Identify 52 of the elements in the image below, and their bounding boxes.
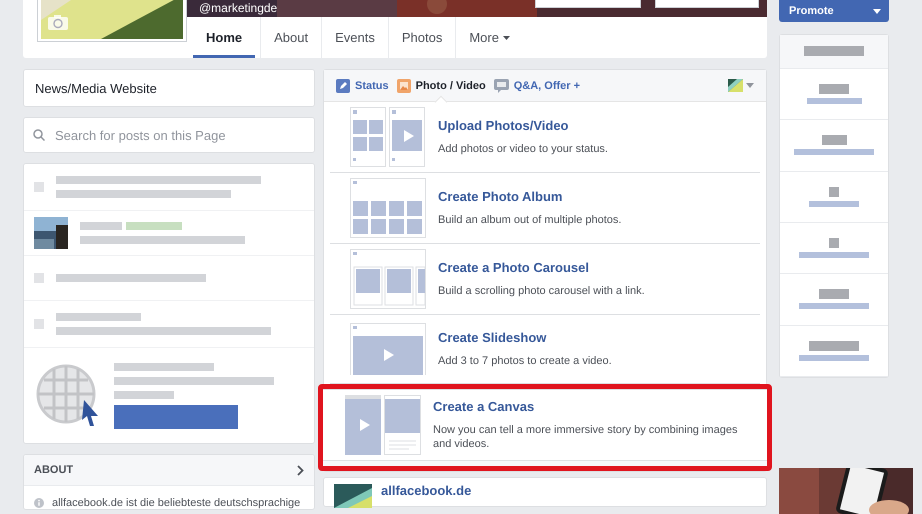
composer-option[interactable]: Create Slideshow Add 3 to 7 photos to create a video. [330,315,760,384]
option-description: Now you can tell a more immersive story by combining images and videos. [433,423,738,451]
blurred-icon [34,273,44,283]
composer-tab[interactable]: Status [336,70,389,101]
blurred-icon [34,182,44,192]
option-description: Add photos or video to your status. [438,142,608,156]
composer-option[interactable]: Create Photo Album Build an album out of multiple photos. [330,173,760,244]
page-handle: @marketingde [199,1,278,15]
blurred-text [80,222,122,230]
blurred-icon [34,319,44,329]
search-field[interactable]: Search for posts on this Page [23,117,315,153]
page-tab[interactable]: Home [193,17,256,58]
promote-button[interactable]: Promote [779,0,889,22]
composer-option[interactable]: Create a Photo Carousel Build a scrolling photo carousel with a link. [330,244,760,315]
about-description: allfacebook.de ist die beliebteste deutschsprachige [52,497,300,509]
option-title: Create a Photo Carousel [438,260,590,275]
blurred-text [822,135,846,146]
audience-button[interactable] [728,79,754,92]
page-category: News/Media Website [35,80,157,96]
option-title: Create Slideshow [438,330,548,345]
photo-icon [396,78,411,92]
option-description: Build a scrolling photo carousel with a link. [438,284,645,298]
composer-tab[interactable]: Q&A, Offer + [494,70,580,101]
chevron-right-icon[interactable] [297,464,304,476]
page-tab[interactable]: About [260,17,322,58]
page-tab[interactable]: Photos [388,17,456,58]
caret-icon [502,36,510,40]
blurred-text [809,340,859,351]
blurred-text [829,238,839,248]
speech-bubble-icon [494,78,509,92]
option-title: Create Photo Album [438,189,564,204]
option-description: Add 3 to 7 photos to create a video. [438,354,612,368]
pencil-icon [336,78,350,92]
blurred-button[interactable] [114,404,238,428]
blurred-text [819,84,849,94]
blurred-text [114,390,174,398]
blurred-text [126,222,182,230]
composer-option[interactable]: Create a Canvas Now you can tell a more immersive story by combining images and videos. [323,389,767,461]
blurred-text [819,289,849,300]
page-tab[interactable]: Events [321,17,388,58]
page-tab[interactable]: More [455,17,523,58]
blurred-text [829,186,839,197]
blurred-text [804,46,864,56]
about-title: ABOUT [34,464,74,476]
option-title: Create a Canvas [433,399,536,414]
caret-icon [746,83,754,88]
composer-option[interactable]: Upload Photos/Video Add photos or video to your status. [330,102,760,173]
post-page-name[interactable]: allfacebook.de [381,484,472,498]
search-icon [33,129,45,141]
caret-icon [873,8,881,14]
option-description: Build an album out of multiple photos. [438,213,622,227]
option-title: Upload Photos/Video [438,118,570,133]
